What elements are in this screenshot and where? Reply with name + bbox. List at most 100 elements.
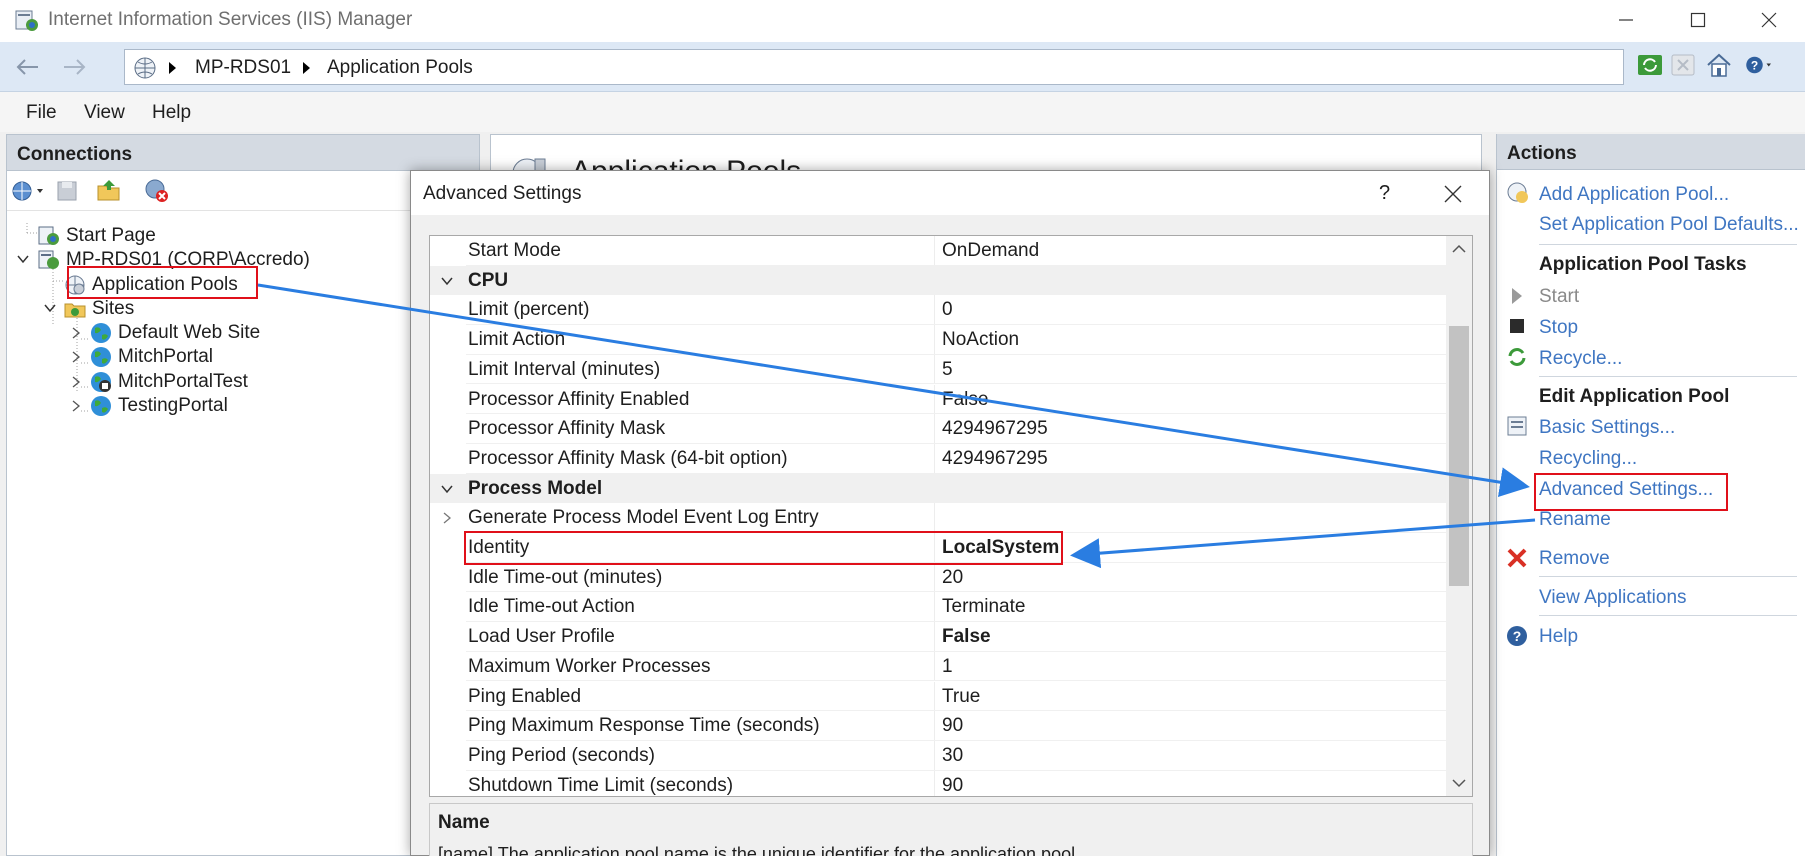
chevron-down-icon[interactable] bbox=[43, 301, 57, 315]
back-button[interactable] bbox=[10, 52, 44, 82]
category-row[interactable]: CPU bbox=[430, 265, 1448, 296]
property-name: Processor Affinity Mask (64-bit option) bbox=[468, 447, 788, 469]
property-row[interactable]: Limit Interval (minutes) 5 bbox=[430, 354, 1448, 385]
property-row[interactable]: Limit (percent) 0 bbox=[430, 295, 1448, 326]
property-value[interactable]: 4294967295 bbox=[942, 418, 1048, 440]
chevron-down-icon[interactable] bbox=[16, 252, 30, 266]
property-value[interactable]: 4294967295 bbox=[942, 448, 1048, 470]
description-text: [name] The application pool name is the … bbox=[438, 844, 1081, 856]
start-play-icon bbox=[1512, 288, 1522, 304]
annotation-box-advanced-settings bbox=[1534, 473, 1728, 511]
property-row[interactable]: Idle Time-out Action Terminate bbox=[430, 592, 1448, 623]
property-row[interactable]: Shutdown Time Limit (seconds) 90 bbox=[430, 770, 1448, 796]
minimize-button[interactable] bbox=[1590, 0, 1662, 40]
row-divider bbox=[466, 324, 1448, 326]
property-row[interactable]: Idle Time-out (minutes) 20 bbox=[430, 562, 1448, 593]
chevron-right-icon[interactable] bbox=[69, 326, 83, 340]
property-value[interactable]: 30 bbox=[942, 745, 963, 767]
property-value[interactable]: False bbox=[942, 389, 988, 411]
property-row[interactable]: Limit Action NoAction bbox=[430, 325, 1448, 355]
property-value[interactable]: OnDemand bbox=[942, 240, 1039, 262]
basic-settings-icon bbox=[1507, 416, 1527, 436]
property-name: Processor Affinity Mask bbox=[468, 418, 666, 440]
dialog-close-icon[interactable] bbox=[1444, 185, 1462, 203]
recycling-link[interactable]: Recycling... bbox=[1539, 448, 1637, 470]
property-value[interactable]: 90 bbox=[942, 715, 963, 737]
tree-item-site[interactable]: MitchPortalTest bbox=[89, 369, 248, 395]
start-link[interactable]: Start bbox=[1539, 286, 1579, 308]
stop-icon[interactable] bbox=[1668, 50, 1698, 80]
property-row[interactable]: Maximum Worker Processes 1 bbox=[430, 651, 1448, 682]
add-application-pool-link[interactable]: Add Application Pool... bbox=[1539, 184, 1729, 206]
property-row[interactable]: Processor Affinity Enabled False bbox=[430, 384, 1448, 415]
breadcrumb-app-pools[interactable]: Application Pools bbox=[327, 57, 473, 79]
property-value[interactable]: NoAction bbox=[942, 329, 1019, 351]
property-row[interactable]: Ping Enabled True bbox=[430, 681, 1448, 712]
disconnect-icon[interactable] bbox=[143, 177, 171, 205]
chevron-right-icon[interactable] bbox=[440, 511, 454, 525]
maximize-button[interactable] bbox=[1662, 0, 1734, 40]
property-row[interactable]: Start Mode OnDemand bbox=[430, 236, 1448, 266]
property-value[interactable]: 5 bbox=[942, 359, 953, 381]
address-bar: MP-RDS01 Application Pools ? bbox=[0, 42, 1805, 92]
menu-view[interactable]: View bbox=[84, 102, 125, 124]
property-value[interactable]: 90 bbox=[942, 775, 963, 796]
forward-button[interactable] bbox=[58, 52, 92, 82]
property-grid[interactable]: Shutdown Time Limit (seconds) 90 Ping Peri… bbox=[429, 235, 1473, 797]
tree-item-site[interactable]: MitchPortal bbox=[89, 344, 213, 370]
menu-help[interactable]: Help bbox=[152, 102, 191, 124]
property-row[interactable]: Load User Profile False bbox=[430, 622, 1448, 652]
remove-link[interactable]: Remove bbox=[1539, 548, 1610, 570]
breadcrumb[interactable]: MP-RDS01 Application Pools bbox=[124, 49, 1624, 85]
svg-text:?: ? bbox=[1751, 59, 1758, 73]
open-folder-icon[interactable] bbox=[95, 177, 123, 205]
breadcrumb-server[interactable]: MP-RDS01 bbox=[195, 57, 291, 79]
tree-item-start-page[interactable]: Start Page bbox=[37, 223, 156, 249]
property-value[interactable]: 0 bbox=[942, 299, 953, 321]
chevron-right-icon[interactable] bbox=[69, 375, 83, 389]
tree-item-site[interactable]: Default Web Site bbox=[89, 320, 260, 346]
property-value[interactable]: 20 bbox=[942, 567, 963, 589]
close-button[interactable] bbox=[1733, 0, 1805, 40]
chevron-right-icon[interactable] bbox=[69, 399, 83, 413]
help-dropdown-icon[interactable]: ? bbox=[1744, 50, 1774, 80]
view-applications-link[interactable]: View Applications bbox=[1539, 587, 1687, 609]
tree-item-site[interactable]: TestingPortal bbox=[89, 393, 228, 419]
save-icon[interactable] bbox=[55, 179, 79, 203]
property-value[interactable]: False bbox=[942, 626, 991, 648]
scroll-thumb[interactable] bbox=[1449, 326, 1469, 586]
stop-link[interactable]: Stop bbox=[1539, 317, 1578, 339]
recycle-link[interactable]: Recycle... bbox=[1539, 348, 1622, 370]
chevron-down-icon[interactable] bbox=[440, 482, 454, 496]
property-value[interactable]: Terminate bbox=[942, 596, 1025, 618]
help-icon: ? bbox=[1507, 626, 1527, 646]
tree-item-sites[interactable]: Sites bbox=[63, 296, 134, 322]
refresh-icon[interactable] bbox=[1635, 50, 1665, 80]
connections-header: Connections bbox=[7, 135, 479, 171]
basic-settings-link[interactable]: Basic Settings... bbox=[1539, 417, 1675, 439]
dialog-help-button[interactable]: ? bbox=[1379, 182, 1390, 205]
property-row[interactable]: Processor Affinity Mask (64-bit option) 4… bbox=[430, 443, 1448, 474]
property-name: Shutdown Time Limit (seconds) bbox=[468, 774, 734, 796]
property-row[interactable]: Ping Period (seconds) 30 bbox=[430, 740, 1448, 771]
chevron-right-icon[interactable] bbox=[69, 350, 83, 364]
chevron-down-icon[interactable] bbox=[440, 274, 454, 288]
property-row[interactable]: Ping Maximum Response Time (seconds) 90 bbox=[430, 711, 1448, 741]
property-value[interactable]: 1 bbox=[942, 656, 953, 678]
scroll-up-icon[interactable] bbox=[1452, 244, 1466, 254]
property-row[interactable]: Processor Affinity Mask 4294967295 bbox=[430, 414, 1448, 444]
set-defaults-link[interactable]: Set Application Pool Defaults... bbox=[1539, 214, 1799, 236]
rename-link[interactable]: Rename bbox=[1539, 509, 1611, 531]
property-value[interactable]: True bbox=[942, 686, 980, 708]
divider bbox=[1539, 244, 1797, 245]
scroll-down-icon[interactable] bbox=[1452, 778, 1466, 788]
category-row[interactable]: Process Model bbox=[430, 473, 1448, 504]
home-icon[interactable] bbox=[1704, 50, 1734, 80]
site-globe-icon bbox=[91, 396, 111, 416]
back-arrow-icon bbox=[16, 59, 38, 75]
help-link[interactable]: Help bbox=[1539, 626, 1578, 648]
grid-scrollbar[interactable] bbox=[1446, 236, 1472, 796]
connect-globe-icon[interactable] bbox=[11, 179, 47, 203]
menu-file[interactable]: File bbox=[26, 102, 57, 124]
property-row[interactable]: Generate Process Model Event Log Entry bbox=[430, 503, 1448, 533]
